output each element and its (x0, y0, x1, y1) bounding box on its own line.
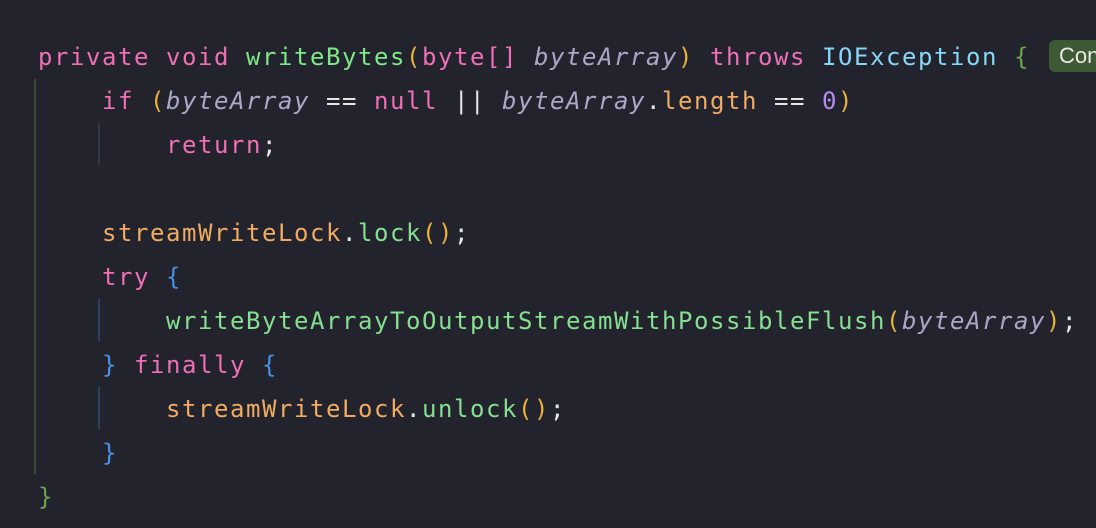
code-line-8[interactable]: } finally { (38, 343, 1078, 387)
code-line-4[interactable] (38, 167, 1078, 211)
inlay-hint-badge[interactable]: Con (1049, 40, 1096, 72)
code-line-1[interactable]: private void writeBytes(byte[] byteArray… (38, 35, 1078, 79)
code-line-3[interactable]: return; (38, 123, 1078, 167)
code-block[interactable]: private void writeBytes(byte[] byteArray… (38, 35, 1078, 519)
code-line-5[interactable]: streamWriteLock.lock(); (38, 211, 1078, 255)
indent-guide (34, 79, 36, 474)
code-line-10[interactable]: } (38, 431, 1078, 475)
code-line-7[interactable]: writeByteArrayToOutputStreamWithPossible… (38, 299, 1078, 343)
code-line-11[interactable]: } (38, 475, 1078, 519)
method-name: writeBytes (246, 43, 406, 71)
code-line-2[interactable]: if (byteArray == null || byteArray.lengt… (38, 79, 1078, 123)
code-line-6[interactable]: try { (38, 255, 1078, 299)
code-line-9[interactable]: streamWriteLock.unlock(); (38, 387, 1078, 431)
